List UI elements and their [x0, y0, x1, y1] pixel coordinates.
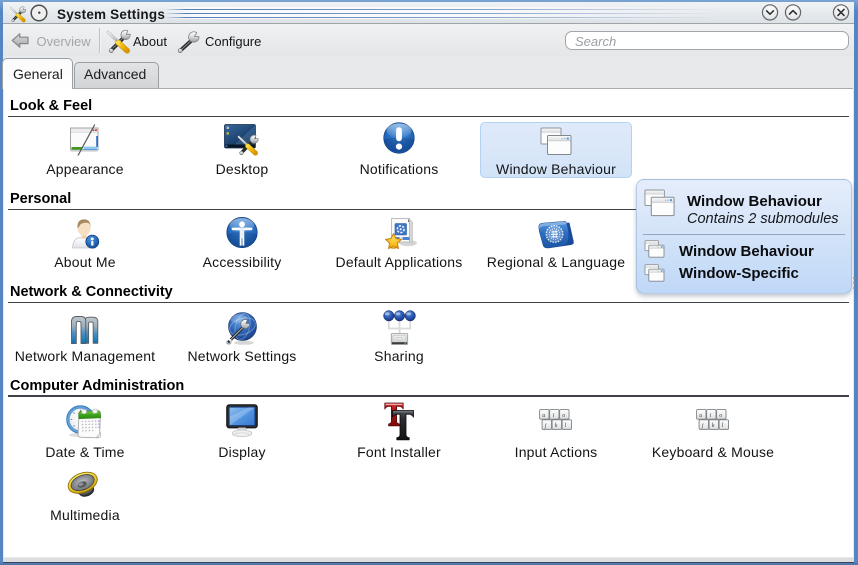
- svg-text:u: u: [699, 413, 702, 419]
- svg-text:o: o: [562, 413, 565, 419]
- svg-text:j: j: [544, 423, 547, 429]
- svg-text:j: j: [701, 423, 704, 429]
- svg-text:k: k: [555, 423, 558, 429]
- svg-text:o: o: [719, 413, 722, 419]
- svg-text:u: u: [542, 413, 545, 419]
- svg-text:k: k: [712, 423, 715, 429]
